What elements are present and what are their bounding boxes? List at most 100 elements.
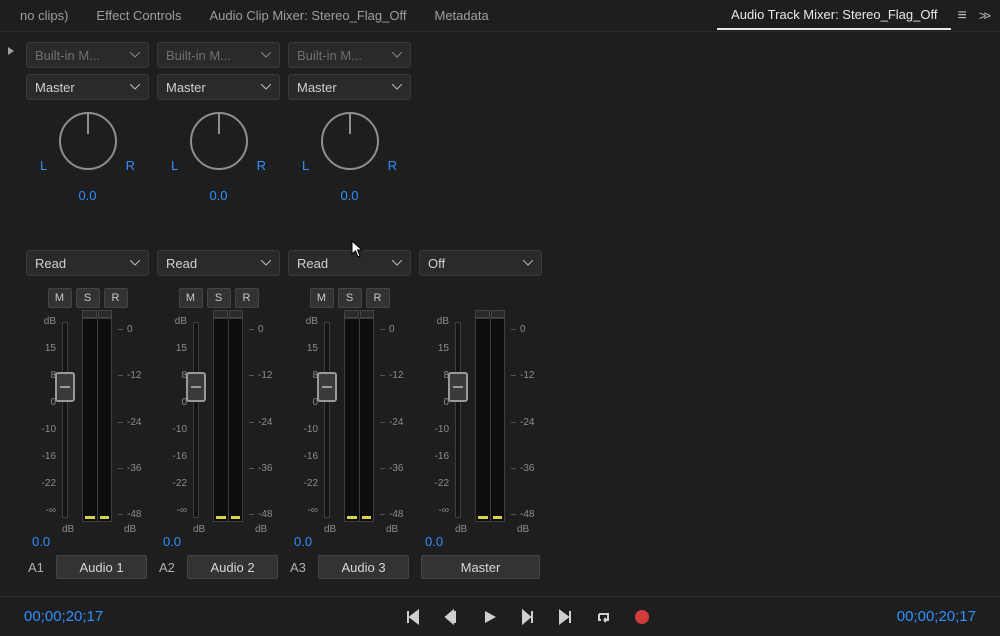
effect-slot-label: Built-in M... <box>297 48 362 63</box>
chevron-down-icon <box>392 84 402 90</box>
go-to-out-point-button[interactable] <box>556 607 576 627</box>
fader-handle[interactable] <box>186 372 206 402</box>
fader-rail[interactable] <box>324 322 330 518</box>
solo-button[interactable]: S <box>76 288 100 308</box>
tracks-row: Built-in M... Master L R 0.0 Read M S <box>22 36 546 579</box>
output-assign-dropdown[interactable]: Master <box>26 74 149 100</box>
fader-scale: dB 15 8 0 -10 -16 -22 -∞ <box>30 316 56 516</box>
level-meter <box>82 318 112 522</box>
db-label: dB <box>517 524 529 535</box>
panel-menu-icon[interactable]: ≡ <box>951 7 972 25</box>
effect-slot-label: Built-in M... <box>166 48 231 63</box>
record-button[interactable] <box>632 607 652 627</box>
fader-value[interactable]: 0.0 <box>26 534 149 555</box>
track-a2: Built-in M... Master L R 0.0 Read M S <box>153 36 284 579</box>
tab-audio-track-mixer[interactable]: Audio Track Mixer: Stereo_Flag_Off <box>717 1 951 30</box>
track-name-field[interactable]: Audio 3 <box>318 555 409 579</box>
track-name-field[interactable]: Audio 2 <box>187 555 278 579</box>
record-enable-button[interactable]: R <box>104 288 128 308</box>
loop-button[interactable] <box>594 607 614 627</box>
automation-mode-dropdown[interactable]: Off <box>419 250 542 276</box>
pan-control[interactable]: L R 0.0 <box>26 106 149 218</box>
fader-handle[interactable] <box>448 372 468 402</box>
solo-button[interactable]: S <box>207 288 231 308</box>
pan-value[interactable]: 0.0 <box>26 188 149 203</box>
effect-slot-dropdown[interactable]: Built-in M... <box>288 42 411 68</box>
effects-rack-toggle[interactable] <box>0 36 22 59</box>
chevron-down-icon <box>261 260 271 266</box>
effect-slot-dropdown[interactable]: Built-in M... <box>26 42 149 68</box>
output-assign-label: Master <box>35 80 75 95</box>
step-back-button[interactable] <box>442 607 462 627</box>
db-label: dB <box>455 524 467 535</box>
fader-value[interactable]: 0.0 <box>157 534 280 555</box>
mute-button[interactable]: M <box>179 288 203 308</box>
chevron-down-icon <box>130 84 140 90</box>
output-assign-dropdown[interactable]: Master <box>157 74 280 100</box>
db-label: dB <box>62 524 74 535</box>
pan-value[interactable]: 0.0 <box>288 188 411 203</box>
tab-source-noclips[interactable]: no clips) <box>6 2 82 29</box>
level-meter <box>475 318 505 522</box>
fader-rail[interactable] <box>62 322 68 518</box>
fader-scale: dB1580-10-16-22-∞ <box>161 316 187 516</box>
fader-value[interactable]: 0.0 <box>419 534 542 555</box>
effect-slot-label: Built-in M... <box>35 48 100 63</box>
track-a1: Built-in M... Master L R 0.0 Read M S <box>22 36 153 579</box>
automation-mode-label: Read <box>35 256 66 271</box>
track-id: A2 <box>159 560 181 575</box>
level-meter <box>344 318 374 522</box>
pan-knob[interactable] <box>59 112 117 170</box>
tab-audio-clip-mixer[interactable]: Audio Clip Mixer: Stereo_Flag_Off <box>195 2 420 29</box>
record-enable-button[interactable]: R <box>235 288 259 308</box>
fader-handle[interactable] <box>317 372 337 402</box>
output-assign-dropdown[interactable]: Master <box>288 74 411 100</box>
output-assign-label: Master <box>297 80 337 95</box>
automation-mode-label: Off <box>428 256 445 271</box>
peak-indicator[interactable] <box>475 310 505 318</box>
record-enable-button[interactable]: R <box>366 288 390 308</box>
pan-left-label: L <box>302 158 309 173</box>
pan-left-label: L <box>171 158 178 173</box>
track-name-field[interactable]: Audio 1 <box>56 555 147 579</box>
play-button[interactable] <box>480 607 500 627</box>
fader-rail[interactable] <box>455 322 461 518</box>
tab-effect-controls[interactable]: Effect Controls <box>82 2 195 29</box>
pan-control[interactable]: L R 0.0 <box>288 106 411 218</box>
step-forward-button[interactable] <box>518 607 538 627</box>
tab-metadata[interactable]: Metadata <box>420 2 502 29</box>
solo-button[interactable]: S <box>338 288 362 308</box>
track-a3: Built-in M... Master L R 0.0 Read M S <box>284 36 415 579</box>
peak-indicator[interactable] <box>82 310 112 318</box>
pan-knob[interactable] <box>321 112 379 170</box>
db-label: dB <box>386 524 398 535</box>
mute-button[interactable]: M <box>310 288 334 308</box>
chevron-down-icon <box>261 52 271 58</box>
effect-slot-dropdown[interactable]: Built-in M... <box>157 42 280 68</box>
track-master: Off dB1580-10-16-22-∞ 0-12-24-36-48 dB d… <box>415 36 546 579</box>
timecode-current[interactable]: 00;00;20;17 <box>24 608 404 625</box>
automation-mode-dropdown[interactable]: Read <box>157 250 280 276</box>
fader-handle[interactable] <box>55 372 75 402</box>
overflow-chevron-icon[interactable]: >> <box>973 8 994 23</box>
db-label: dB <box>193 524 205 535</box>
pan-right-label: R <box>126 158 135 173</box>
chevron-down-icon <box>130 52 140 58</box>
peak-indicator[interactable] <box>344 310 374 318</box>
go-to-in-point-button[interactable] <box>404 607 424 627</box>
automation-mode-dropdown[interactable]: Read <box>26 250 149 276</box>
peak-indicator[interactable] <box>213 310 243 318</box>
timecode-duration[interactable]: 00;00;20;17 <box>652 608 976 625</box>
pan-value[interactable]: 0.0 <box>157 188 280 203</box>
track-name-field[interactable]: Master <box>421 555 540 579</box>
mute-button[interactable]: M <box>48 288 72 308</box>
pan-control[interactable]: L R 0.0 <box>157 106 280 218</box>
fader-rail[interactable] <box>193 322 199 518</box>
db-label: dB <box>324 524 336 535</box>
track-id: A3 <box>290 560 312 575</box>
panel-tab-bar: no clips) Effect Controls Audio Clip Mix… <box>0 0 1000 32</box>
pan-knob[interactable] <box>190 112 248 170</box>
msr-row: M S R <box>288 288 411 308</box>
db-label: dB <box>124 524 136 535</box>
fader-value[interactable]: 0.0 <box>288 534 411 555</box>
